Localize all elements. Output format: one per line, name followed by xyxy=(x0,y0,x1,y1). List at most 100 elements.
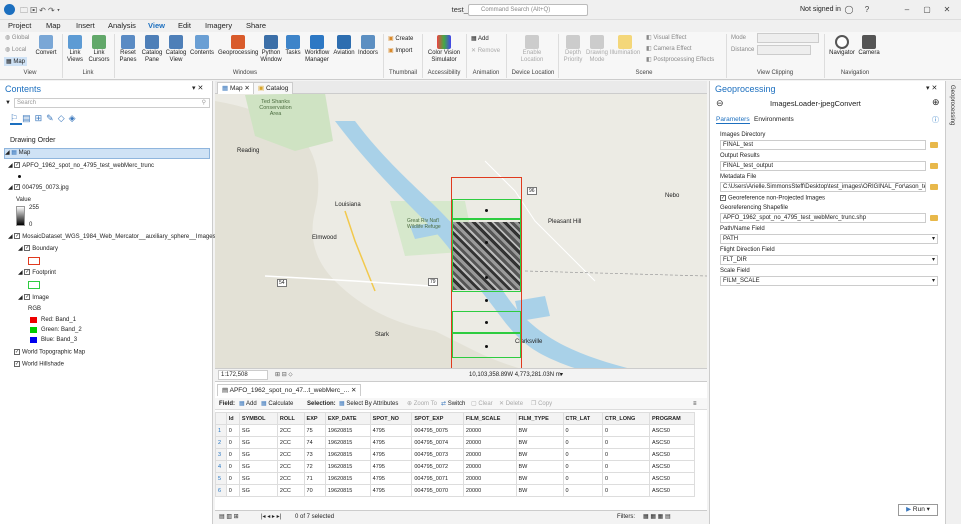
record-nav[interactable]: |◂ ◂ ▸ ▸| xyxy=(261,511,281,524)
import-thumbnail-button[interactable]: ▣ Import xyxy=(388,47,412,54)
user-icon[interactable]: ◯ xyxy=(842,4,856,16)
hillshade-checkbox[interactable]: ✓ xyxy=(14,361,20,367)
tree-mosaic[interactable]: ◢ ✓ MosaicDataset_WGS_1984_Web_Mercator__… xyxy=(8,233,216,240)
menu-share[interactable]: Share xyxy=(246,20,266,32)
point-marker-6[interactable] xyxy=(485,345,488,348)
table-row[interactable]: 5 0 SG 2CC 71 19620815 4795 004795_0071 20000 BW 0… xyxy=(215,472,696,485)
row-number-cell[interactable]: 1 xyxy=(215,424,227,437)
geoprocessing-button[interactable]: Geoprocessing xyxy=(218,35,258,57)
add-tool-icon[interactable]: ⊕ xyxy=(932,97,940,108)
camera-effect-button[interactable]: ◧ Camera Effect xyxy=(646,45,692,52)
drawing-order-icon[interactable]: ⚐ xyxy=(10,113,23,125)
tasks-button[interactable]: Tasks xyxy=(284,35,302,57)
run-button[interactable]: ▶ Run ▾ xyxy=(898,504,938,516)
menu-imagery[interactable]: Imagery xyxy=(205,20,232,32)
mosaic-checkbox[interactable]: ✓ xyxy=(14,233,21,240)
metadata-browse-icon[interactable] xyxy=(930,184,938,190)
menu-edit[interactable]: Edit xyxy=(178,20,191,32)
help-icon[interactable]: ? xyxy=(860,4,874,16)
geoprocessing-dock-tab[interactable]: Geoprocessing xyxy=(949,85,955,125)
source-icon[interactable]: ▤ xyxy=(22,113,35,123)
output-browse-icon[interactable] xyxy=(930,163,938,169)
pane-options-icon[interactable]: ▾ ✕ xyxy=(192,84,203,92)
path-field-select[interactable]: PATH ▾ xyxy=(720,234,938,244)
geo-pane-options-icon[interactable]: ▾ ✕ xyxy=(926,84,937,92)
col-symbol[interactable]: SYMBOL xyxy=(238,412,278,425)
close-button[interactable]: ✕ xyxy=(940,4,954,16)
images-dir-browse-icon[interactable] xyxy=(930,142,938,148)
scale-field-select[interactable]: FILM_SCALE ▾ xyxy=(720,276,938,286)
reset-panes-button[interactable]: Reset Panes xyxy=(117,35,139,64)
select-by-attributes-button[interactable]: ▦ Select By Attributes xyxy=(339,398,398,410)
signin-text[interactable]: Not signed in xyxy=(800,6,841,13)
point-marker-1[interactable] xyxy=(485,209,488,212)
distance-input[interactable] xyxy=(757,45,811,55)
tree-layer1[interactable]: ◢ ✓ APFO_1962_spot_no_4795_test_webMerc_t… xyxy=(8,162,154,169)
mode-select[interactable] xyxy=(757,33,819,43)
labeling-icon[interactable]: ◈ xyxy=(69,113,80,123)
tree-map-item[interactable]: ◢ ▦ Map xyxy=(4,148,210,159)
menu-project[interactable]: Project xyxy=(8,20,31,32)
col-exp[interactable]: EXP xyxy=(303,412,326,425)
tab-map[interactable]: ▦ Map ✕ xyxy=(217,82,255,94)
selection-icon[interactable]: ⊞ xyxy=(35,113,47,123)
quick-access-toolbar[interactable]: 🗀 ▣ ↶ ↷ ▾ xyxy=(20,5,60,19)
topo-checkbox[interactable]: ✓ xyxy=(14,349,20,355)
filter-icon[interactable]: ▼ xyxy=(5,100,11,106)
tree-hillshade[interactable]: ✓ World Hillshade xyxy=(14,361,64,368)
tab-environments[interactable]: Environments xyxy=(754,116,794,123)
shapefile-browse-icon[interactable] xyxy=(930,215,938,221)
tree-boundary[interactable]: ◢ ✓ Boundary xyxy=(18,245,58,252)
link-views-button[interactable]: Link Views xyxy=(64,35,86,64)
workflow-manager-button[interactable]: Workflow Manager xyxy=(303,35,331,64)
menu-analysis[interactable]: Analysis xyxy=(108,20,136,32)
navigator-button[interactable]: Navigator xyxy=(827,35,857,57)
add-field-button[interactable]: ▦ Add xyxy=(239,398,257,410)
indoors-button[interactable]: Indoors xyxy=(357,35,379,57)
map-view[interactable]: Ted Shanks Conservation Area Reading Lou… xyxy=(215,81,707,381)
catalog-view-button[interactable]: Catalog View xyxy=(165,35,187,64)
layer1-checkbox[interactable]: ✓ xyxy=(14,162,21,169)
row-number-cell[interactable]: 4 xyxy=(215,460,227,473)
row-number-cell[interactable]: 2 xyxy=(215,436,227,449)
local-view-button[interactable]: ◍ Local xyxy=(5,46,26,53)
col-spot-no[interactable]: SPOT_NO xyxy=(369,412,413,425)
table-menu-icon[interactable]: ≡ xyxy=(693,398,697,410)
tree-image[interactable]: ◢ ✓ Image xyxy=(18,294,49,301)
switch-button[interactable]: ⇄ Switch xyxy=(441,398,465,410)
back-icon[interactable]: ⊖ xyxy=(716,98,724,109)
editing-icon[interactable]: ✎ xyxy=(46,113,58,123)
aviation-button[interactable]: Aviation xyxy=(332,35,356,57)
images-dir-input[interactable]: FINAL_test xyxy=(720,140,926,150)
table-row[interactable]: 4 0 SG 2CC 72 19620815 4795 004795_0072 20000 BW 0… xyxy=(215,460,696,473)
boundary-checkbox[interactable]: ✓ xyxy=(24,245,31,252)
row-number-cell[interactable]: 6 xyxy=(215,484,227,497)
point-marker-5[interactable] xyxy=(485,321,488,324)
tree-footprint[interactable]: ◢ ✓ Footprint xyxy=(18,269,56,276)
contents-search-input[interactable]: Search ⚲ xyxy=(14,98,210,108)
coords-unit-dropdown[interactable]: ▾ xyxy=(560,371,563,378)
row-number-cell[interactable]: 3 xyxy=(215,448,227,461)
tab-catalog[interactable]: ▣ Catalog xyxy=(253,82,294,94)
delete-button[interactable]: ✕ Delete xyxy=(499,398,523,410)
aerial-photo-image[interactable] xyxy=(453,222,520,290)
command-search-input[interactable]: Command Search (Alt+Q) xyxy=(468,4,588,16)
minimize-button[interactable]: – xyxy=(900,4,914,16)
col-roll[interactable]: ROLL xyxy=(276,412,305,425)
menu-insert[interactable]: Insert xyxy=(76,20,95,32)
table-row[interactable]: 6 0 SG 2CC 70 19620815 4795 004795_0070 20000 BW 0… xyxy=(215,484,696,497)
col-id[interactable]: Id xyxy=(225,412,240,425)
link-cursors-button[interactable]: Link Cursors xyxy=(87,35,111,64)
contents-button[interactable]: Contents xyxy=(189,35,215,57)
table-row[interactable]: 2 0 SG 2CC 74 19620815 4795 004795_0074 20000 BW 0… xyxy=(215,436,696,449)
map-view-button[interactable]: ▦ Map xyxy=(4,57,28,66)
tree-topo[interactable]: ✓ World Topographic Map xyxy=(14,349,85,356)
visual-effect-button[interactable]: ◧ Visual Effect xyxy=(646,34,686,41)
python-window-button[interactable]: Python Window xyxy=(259,35,283,64)
point-marker-2[interactable] xyxy=(485,241,488,244)
table-view-icons[interactable]: ▤ ▥ ⊞ xyxy=(219,511,239,524)
catalog-pane-button[interactable]: Catalog Pane xyxy=(141,35,163,64)
col-ctr-lat[interactable]: CTR_LAT xyxy=(562,412,603,425)
animation-remove-button[interactable]: ✕ Remove xyxy=(471,47,500,54)
col-ctr-long[interactable]: CTR_LONG xyxy=(602,412,650,425)
